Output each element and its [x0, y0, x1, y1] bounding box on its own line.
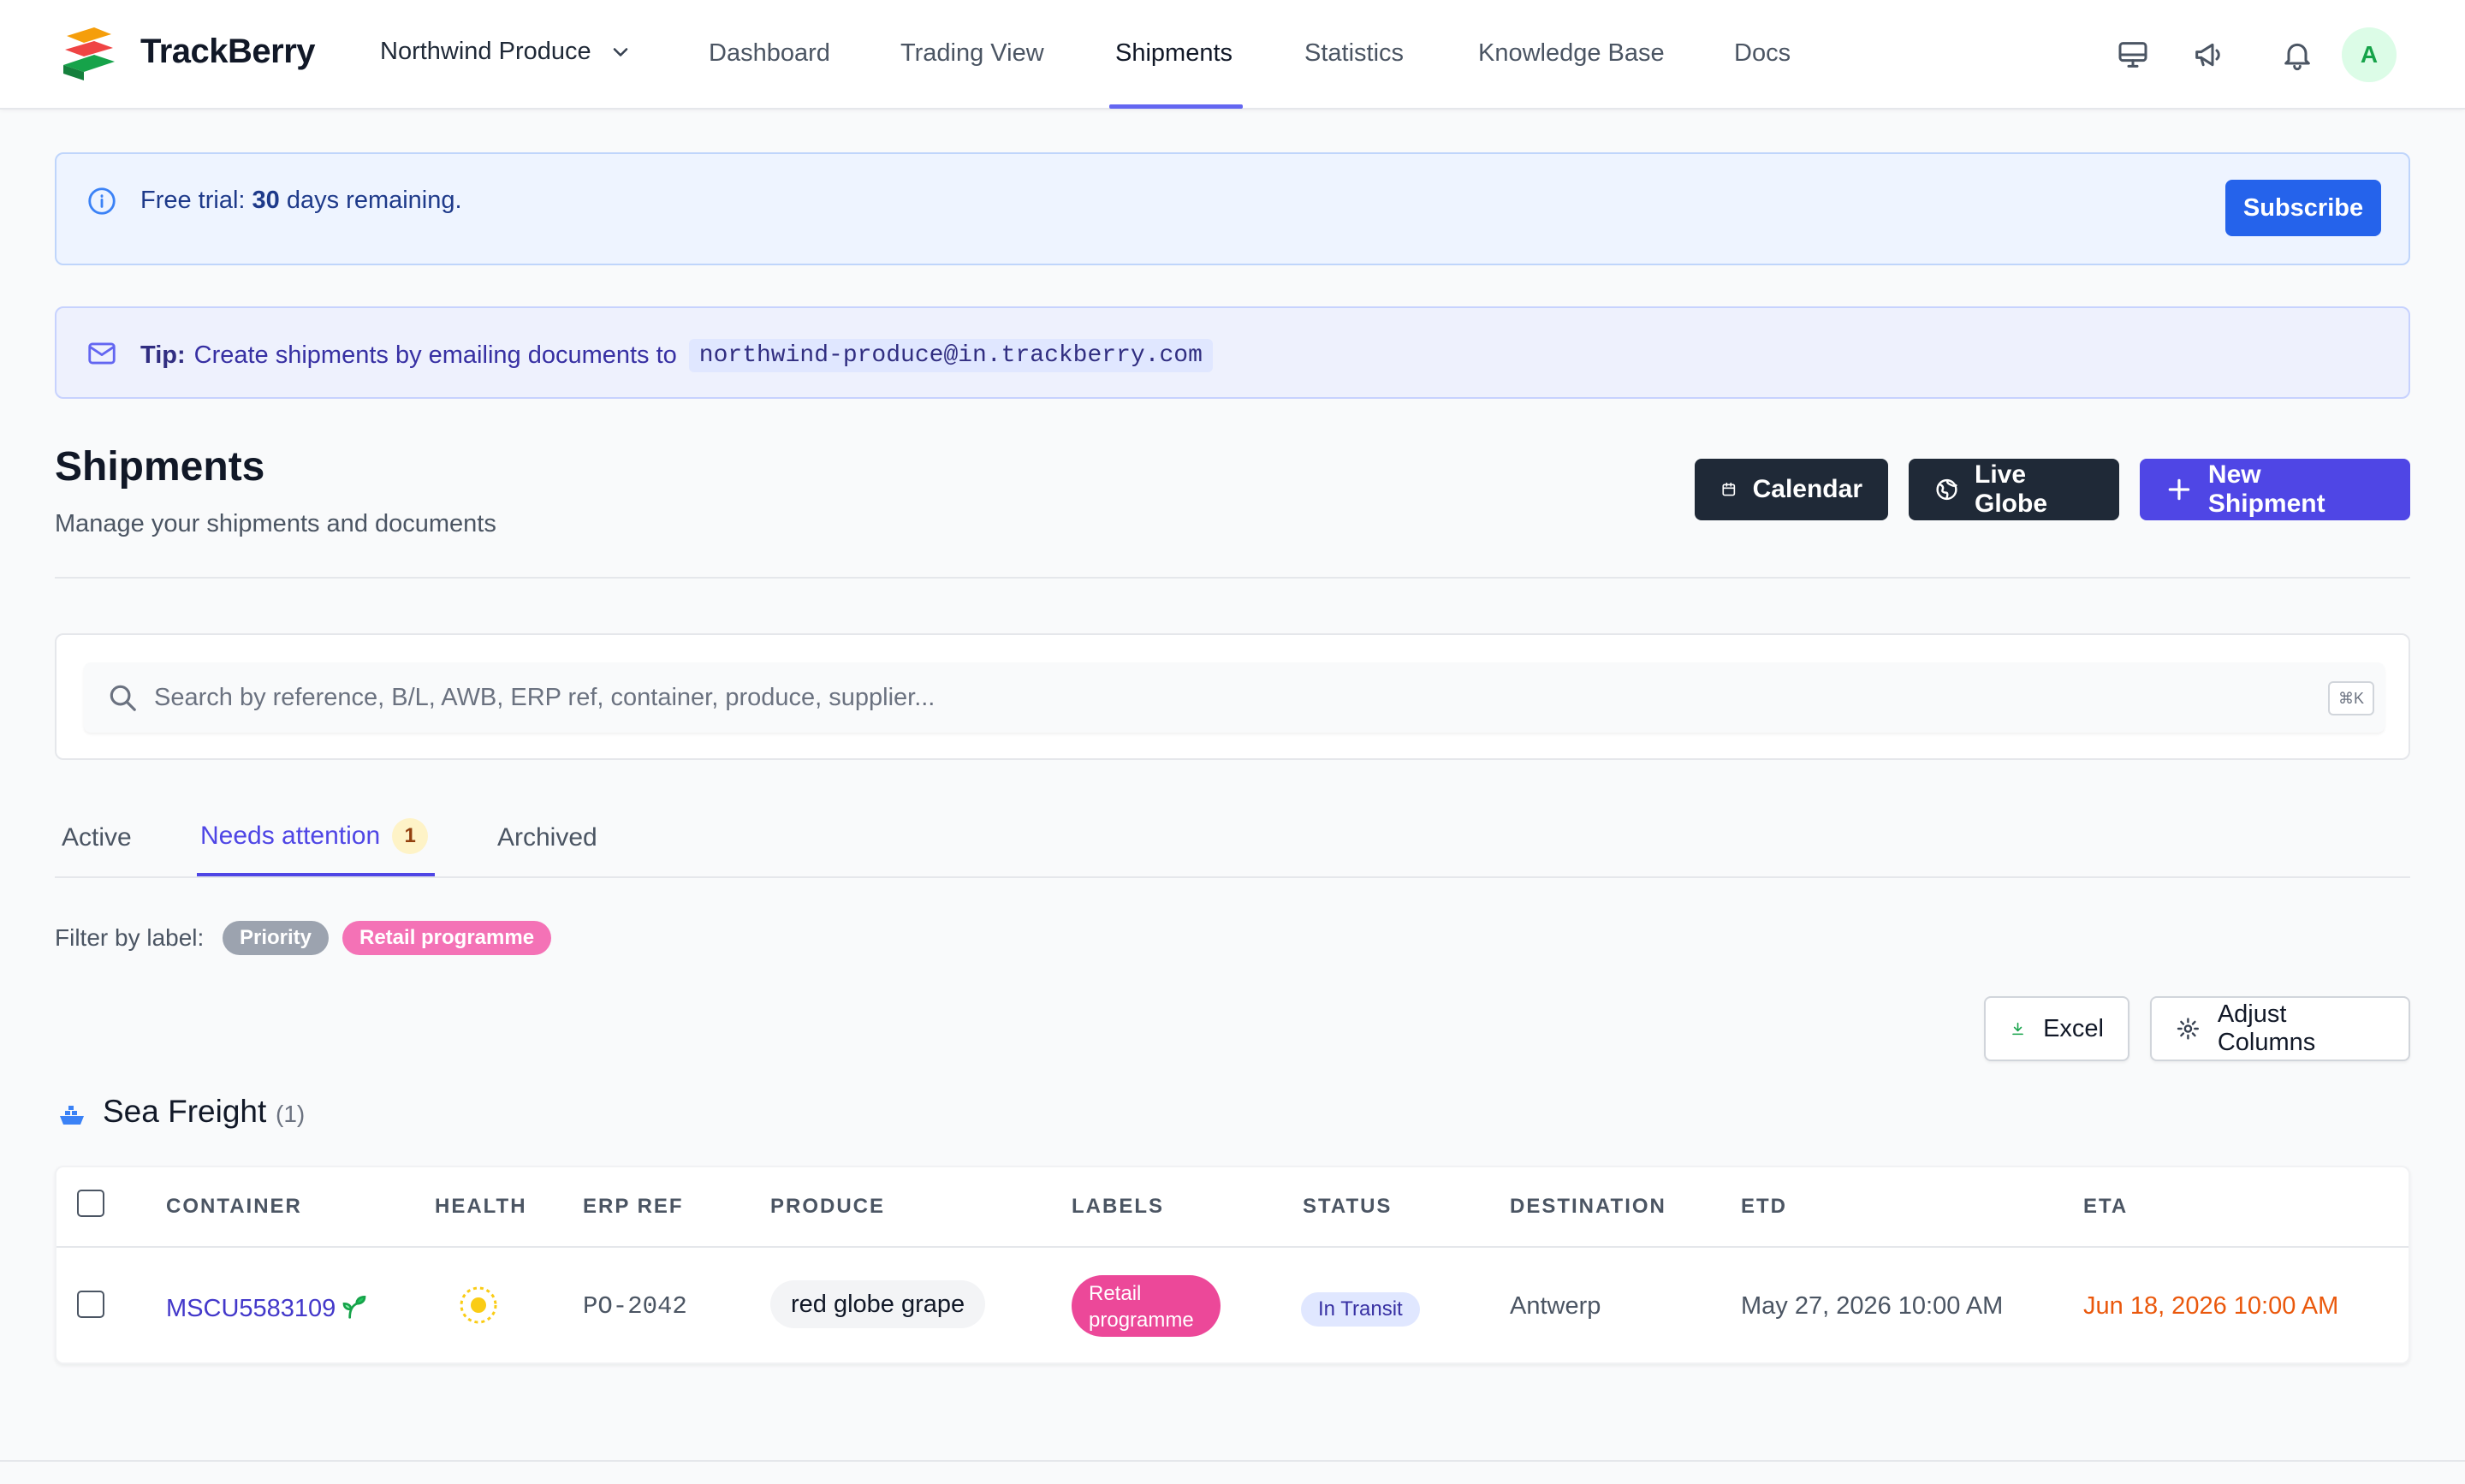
- adjust-columns-label: Adjust Columns: [2217, 1000, 2316, 1056]
- col-erp-ref[interactable]: ERP REF: [583, 1195, 684, 1219]
- tab-needs-attention[interactable]: Needs attention 1: [200, 818, 429, 854]
- tab-archived-label: Archived: [497, 823, 597, 852]
- shipments-table: CONTAINER HEALTH ERP REF PRODUCE LABELS …: [55, 1166, 2410, 1364]
- col-etd[interactable]: ETD: [1741, 1195, 1787, 1219]
- destination-cell: Antwerp: [1510, 1292, 1601, 1320]
- user-avatar[interactable]: A: [2342, 27, 2397, 82]
- col-destination[interactable]: DESTINATION: [1510, 1195, 1666, 1219]
- col-eta[interactable]: ETA: [2083, 1195, 2128, 1219]
- trial-banner: Free trial: 30 days remaining.: [55, 152, 2410, 265]
- calendar-label: Calendar: [1752, 475, 1862, 503]
- status-badge: In Transit: [1301, 1292, 1420, 1327]
- nav-active-indicator: [1109, 104, 1243, 109]
- app-root: TrackBerry Northwind Produce Dashboard T…: [0, 0, 2465, 1484]
- org-switcher[interactable]: Northwind Produce: [380, 38, 633, 66]
- label-pill[interactable]: Retail programme: [1072, 1275, 1221, 1337]
- mail-icon: [88, 342, 116, 365]
- chevron-down-icon: [613, 47, 627, 56]
- group-count: (1): [276, 1101, 306, 1127]
- monitor-icon[interactable]: [2116, 38, 2150, 72]
- tip-banner: Tip: Create shipments by emailing docume…: [55, 306, 2410, 399]
- tab-active[interactable]: Active: [62, 823, 132, 852]
- megaphone-icon[interactable]: [2191, 38, 2225, 72]
- nav-dashboard[interactable]: Dashboard: [709, 39, 830, 68]
- adjust-columns-button[interactable]: Adjust Columns: [2150, 996, 2410, 1061]
- plus-icon: [2168, 478, 2190, 501]
- tip-email[interactable]: northwind-produce@in.trackberry.com: [688, 339, 1213, 372]
- erp-ref-cell: PO-2042: [583, 1292, 687, 1321]
- tip-text: Create shipments by emailing documents t…: [193, 341, 677, 369]
- produce-pill: red globe grape: [770, 1280, 986, 1328]
- container-cell: MSCU5583109: [166, 1292, 368, 1323]
- filter-chip-priority[interactable]: Priority: [223, 921, 330, 955]
- search-card: ⌘K: [55, 633, 2410, 760]
- nav-knowledge-base[interactable]: Knowledge Base: [1478, 39, 1665, 68]
- subscribe-button[interactable]: Subscribe: [2225, 180, 2381, 236]
- footer-divider: [0, 1460, 2465, 1462]
- tabs-divider: [55, 876, 2410, 878]
- trial-suffix: days remaining.: [279, 187, 462, 214]
- filter-chip-retail-programme[interactable]: Retail programme: [342, 921, 552, 955]
- table-header: CONTAINER HEALTH ERP REF PRODUCE LABELS …: [56, 1167, 2409, 1248]
- calendar-button[interactable]: Calendar: [1695, 459, 1888, 520]
- eta-cell: Jun 18, 2026 10:00 AM: [2083, 1292, 2339, 1320]
- bell-icon[interactable]: [2280, 38, 2314, 72]
- trial-message: Free trial: 30 days remaining.: [140, 187, 462, 215]
- gear-icon: [2177, 1018, 2200, 1040]
- excel-label: Excel: [2043, 1014, 2104, 1042]
- col-labels[interactable]: LABELS: [1072, 1195, 1164, 1219]
- col-health[interactable]: HEALTH: [435, 1195, 527, 1219]
- tab-archived[interactable]: Archived: [497, 823, 597, 852]
- page-title: Shipments: [55, 444, 265, 490]
- tab-active-label: Active: [62, 823, 132, 852]
- tip-message: Tip: Create shipments by emailing docume…: [140, 339, 1213, 372]
- calendar-icon: [1722, 482, 1736, 496]
- col-produce[interactable]: PRODUCE: [770, 1195, 885, 1219]
- page-subtitle: Manage your shipments and documents: [55, 510, 496, 537]
- nav-trading-view[interactable]: Trading View: [900, 39, 1044, 68]
- brand-name[interactable]: TrackBerry: [140, 33, 316, 71]
- search-shortcut-hint: ⌘K: [2328, 681, 2374, 715]
- tab-needs-attention-label: Needs attention: [200, 822, 381, 850]
- ship-icon: [60, 1106, 84, 1125]
- filter-label: Filter by label:: [55, 924, 205, 951]
- live-globe-label: Live Globe: [1975, 460, 2048, 518]
- search-input[interactable]: [154, 676, 2277, 719]
- live-globe-button[interactable]: Live Globe: [1909, 459, 2119, 520]
- col-container[interactable]: CONTAINER: [166, 1195, 302, 1219]
- search-icon: [110, 685, 136, 711]
- etd-cell: May 27, 2026 10:00 AM: [1741, 1292, 2004, 1320]
- top-nav: TrackBerry Northwind Produce Dashboard T…: [0, 0, 2465, 110]
- trial-prefix: Free trial:: [140, 187, 252, 214]
- trackberry-logo-icon[interactable]: [60, 24, 120, 84]
- new-shipment-label: New Shipment: [2207, 460, 2325, 518]
- new-shipment-button[interactable]: New Shipment: [2140, 459, 2410, 520]
- nav-statistics[interactable]: Statistics: [1304, 39, 1404, 68]
- sprout-icon: [342, 1295, 366, 1319]
- nav-docs[interactable]: Docs: [1734, 39, 1791, 68]
- nav-shipments[interactable]: Shipments: [1115, 39, 1232, 68]
- needs-attention-count-badge: 1: [392, 818, 429, 854]
- info-icon: [88, 187, 116, 215]
- tip-label: Tip:: [140, 341, 186, 369]
- org-name: Northwind Produce: [380, 38, 591, 65]
- excel-export-button[interactable]: Excel: [1984, 996, 2129, 1061]
- row-checkbox[interactable]: [77, 1291, 104, 1318]
- globe-icon: [1936, 478, 1957, 501]
- trial-days: 30: [252, 187, 280, 214]
- container-link[interactable]: MSCU5583109: [166, 1295, 336, 1322]
- col-status[interactable]: STATUS: [1303, 1195, 1392, 1219]
- download-icon: [2012, 1022, 2023, 1036]
- search-box[interactable]: ⌘K: [84, 662, 2385, 733]
- header-divider: [55, 577, 2410, 579]
- group-title: Sea Freight: [103, 1094, 267, 1129]
- sun-health-icon: [460, 1286, 497, 1324]
- select-all-checkbox[interactable]: [77, 1190, 104, 1217]
